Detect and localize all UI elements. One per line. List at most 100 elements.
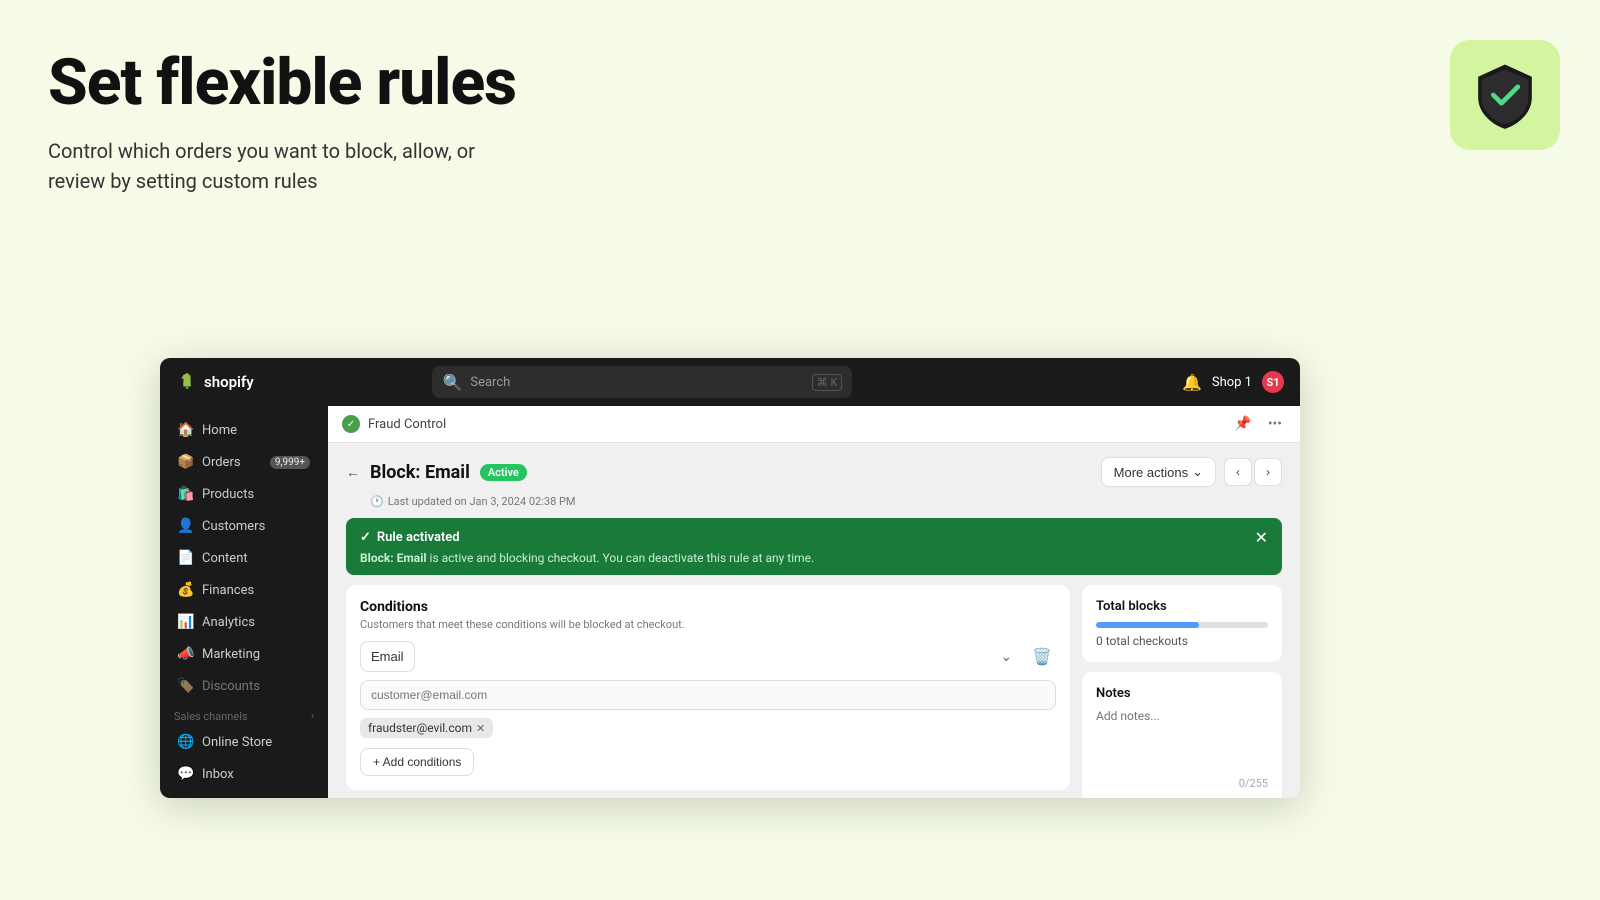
condition-row: Email 🗑️ xyxy=(360,641,1056,672)
sidebar-item-orders[interactable]: 📦 Orders 9,999+ xyxy=(166,447,322,477)
page-header: ← Block: Email Active More actions ⌄ ‹ xyxy=(346,457,1282,487)
sidebar-label-analytics: Analytics xyxy=(202,615,255,630)
shopify-logo-icon xyxy=(176,371,198,393)
sidebar-item-online-store[interactable]: 🌐 Online Store xyxy=(166,727,322,757)
conditions-subtitle: Customers that meet these conditions wil… xyxy=(360,618,1056,631)
alert-title: Rule activated xyxy=(377,530,460,545)
back-button[interactable]: ← xyxy=(346,464,360,481)
products-icon: 🛍️ xyxy=(178,486,194,502)
prev-button[interactable]: ‹ xyxy=(1224,458,1252,486)
orders-icon: 📦 xyxy=(178,454,194,470)
admin-window: shopify 🔍 Search ⌘ K 🔔 Shop 1 S1 🏠 Home … xyxy=(160,358,1300,798)
shield-icon xyxy=(1470,60,1540,130)
stats-value: 0 total checkouts xyxy=(1096,634,1268,648)
alert-top-row: ✓ Rule activated ✕ xyxy=(360,528,1268,547)
sidebar-item-pos[interactable]: 💳 Point of Sale xyxy=(166,791,322,798)
notes-card: Notes 0/255 xyxy=(1082,672,1282,798)
customers-icon: 👤 xyxy=(178,518,194,534)
app-icon: ✓ xyxy=(342,415,360,433)
stat-bar xyxy=(1096,622,1268,628)
condition-dropdown-wrapper: Email xyxy=(360,641,1022,672)
breadcrumb-app-name: Fraud Control xyxy=(368,417,446,432)
search-shortcut: ⌘ K xyxy=(812,374,843,391)
sidebar-label-finances: Finances xyxy=(202,583,254,598)
shopify-text: shopify xyxy=(204,373,254,391)
notes-title: Notes xyxy=(1096,686,1268,701)
side-column: Total blocks 0 total checkouts Notes 0/2… xyxy=(1082,585,1282,798)
page-title: Block: Email xyxy=(370,462,470,483)
checkmark-icon: ✓ xyxy=(360,530,371,545)
status-badge: Active xyxy=(480,464,527,481)
main-area: 🏠 Home 📦 Orders 9,999+ 🛍️ Products 👤 Cus… xyxy=(160,406,1300,798)
sidebar-item-finances[interactable]: 💰 Finances xyxy=(166,575,322,605)
nav-arrows: ‹ › xyxy=(1224,458,1282,486)
sidebar-item-content[interactable]: 📄 Content xyxy=(166,543,322,573)
analytics-icon: 📊 xyxy=(178,614,194,630)
stats-card: Total blocks 0 total checkouts xyxy=(1082,585,1282,662)
shop-name: Shop 1 xyxy=(1212,375,1252,390)
inbox-icon: 💬 xyxy=(178,766,194,782)
marketing-icon: 📣 xyxy=(178,646,194,662)
email-input[interactable] xyxy=(360,680,1056,710)
search-bar[interactable]: 🔍 Search ⌘ K xyxy=(432,366,852,398)
sidebar-label-orders: Orders xyxy=(202,455,241,470)
search-icon: 🔍 xyxy=(442,373,462,392)
content-area: ✓ Fraud Control 📌 ••• ← Block: Email xyxy=(328,406,1300,798)
sidebar-label-marketing: Marketing xyxy=(202,647,260,662)
sidebar-item-products[interactable]: 🛍️ Products xyxy=(166,479,322,509)
breadcrumb-bar: ✓ Fraud Control 📌 ••• xyxy=(328,406,1300,443)
search-placeholder: Search xyxy=(470,375,803,390)
notes-textarea[interactable] xyxy=(1096,709,1268,773)
next-button[interactable]: › xyxy=(1254,458,1282,486)
sales-channels-section: Sales channels › xyxy=(160,702,328,726)
main-column: Conditions Customers that meet these con… xyxy=(346,585,1070,798)
sidebar-label-online-store: Online Store xyxy=(202,735,272,750)
stat-bar-fill xyxy=(1096,622,1199,628)
condition-dropdown[interactable]: Email xyxy=(360,641,415,672)
shield-badge xyxy=(1450,40,1560,150)
alert-rule-name: Block: Email xyxy=(360,551,427,565)
clock-icon: 🕐 xyxy=(370,495,384,508)
add-conditions-label: + Add conditions xyxy=(373,755,461,769)
chevron-right-icon: › xyxy=(311,711,314,722)
tag-remove-button[interactable]: ✕ xyxy=(476,722,485,735)
topbar-right: 🔔 Shop 1 S1 xyxy=(1182,371,1284,393)
sidebar-item-customers[interactable]: 👤 Customers xyxy=(166,511,322,541)
shop-avatar[interactable]: S1 xyxy=(1262,371,1284,393)
orders-badge: 9,999+ xyxy=(270,456,310,469)
sidebar-label-home: Home xyxy=(202,423,237,438)
alert-title-row: ✓ Rule activated xyxy=(360,530,460,545)
sidebar-item-discounts[interactable]: 🏷️ Discounts xyxy=(166,671,322,701)
alert-close-button[interactable]: ✕ xyxy=(1255,528,1268,547)
stats-title: Total blocks xyxy=(1096,599,1268,614)
ellipsis-icon[interactable]: ••• xyxy=(1264,414,1286,434)
breadcrumb: ✓ Fraud Control xyxy=(342,415,446,433)
topbar: shopify 🔍 Search ⌘ K 🔔 Shop 1 S1 xyxy=(160,358,1300,406)
sidebar-item-inbox[interactable]: 💬 Inbox xyxy=(166,759,322,789)
sidebar-label-inbox: Inbox xyxy=(202,767,234,782)
page-inner: ← Block: Email Active More actions ⌄ ‹ xyxy=(328,443,1300,798)
page-header-left: ← Block: Email Active xyxy=(346,462,527,483)
chevron-down-icon: ⌄ xyxy=(1192,464,1203,480)
alert-body: Block: Email is active and blocking chec… xyxy=(360,551,1268,565)
pin-icon[interactable]: 📌 xyxy=(1230,414,1255,434)
bell-icon[interactable]: 🔔 xyxy=(1182,373,1202,392)
more-actions-label: More actions xyxy=(1114,465,1188,480)
alert-banner: ✓ Rule activated ✕ Block: Email is activ… xyxy=(346,518,1282,575)
sidebar-item-marketing[interactable]: 📣 Marketing xyxy=(166,639,322,669)
sidebar-item-analytics[interactable]: 📊 Analytics xyxy=(166,607,322,637)
shopify-logo: shopify xyxy=(176,371,254,393)
delete-condition-button[interactable]: 🗑️ xyxy=(1028,643,1056,671)
add-conditions-button[interactable]: + Add conditions xyxy=(360,748,474,776)
content-icon: 📄 xyxy=(178,550,194,566)
sidebar-label-content: Content xyxy=(202,551,248,566)
sidebar: 🏠 Home 📦 Orders 9,999+ 🛍️ Products 👤 Cus… xyxy=(160,406,328,798)
more-actions-button[interactable]: More actions ⌄ xyxy=(1101,457,1216,487)
hero-subtitle: Control which orders you want to block, … xyxy=(48,136,516,196)
hero-title: Set flexible rules xyxy=(48,48,516,118)
finances-icon: 💰 xyxy=(178,582,194,598)
sidebar-item-home[interactable]: 🏠 Home xyxy=(166,415,322,445)
email-tag: fraudster@evil.com ✕ xyxy=(360,718,493,738)
sidebar-label-customers: Customers xyxy=(202,519,265,534)
last-updated: 🕐 Last updated on Jan 3, 2024 02:38 PM xyxy=(346,495,1282,508)
